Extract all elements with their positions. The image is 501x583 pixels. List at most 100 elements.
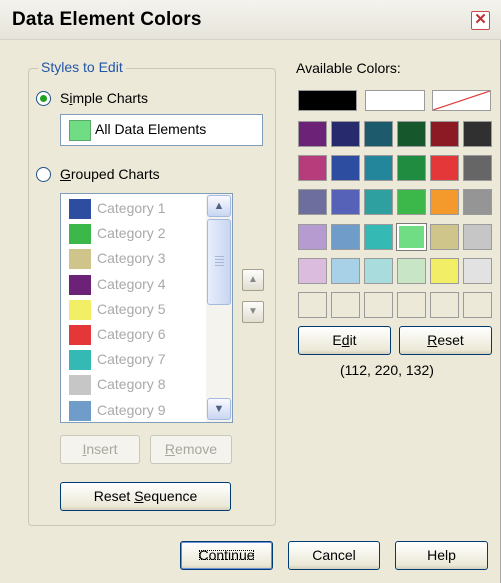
all-data-elements-swatch <box>69 120 91 141</box>
category-swatch <box>69 249 91 270</box>
category-label: Category 8 <box>97 376 166 393</box>
cancel-button[interactable]: Cancel <box>288 541 380 570</box>
continue-button[interactable]: Continue <box>180 541 273 570</box>
swatch-none[interactable] <box>432 90 491 111</box>
color-swatch[interactable] <box>463 223 492 250</box>
color-swatch[interactable] <box>331 121 360 147</box>
insert-label-rest: nsert <box>86 441 118 457</box>
category-label: Category 1 <box>97 200 166 216</box>
color-swatch[interactable] <box>397 121 426 147</box>
category-label: Category 3 <box>97 250 166 267</box>
color-swatch[interactable] <box>364 189 393 216</box>
color-swatch[interactable] <box>397 292 426 318</box>
color-swatch[interactable] <box>463 189 492 216</box>
category-swatch <box>69 274 91 295</box>
simple-charts-label-part: S <box>60 90 70 106</box>
category-label: Category 9 <box>97 401 166 418</box>
reset-sequence-label-part: Reset <box>93 488 135 504</box>
cancel-label: Cancel <box>312 547 356 563</box>
color-swatch[interactable] <box>331 292 360 318</box>
edit-label-rest: it <box>349 332 357 348</box>
scroll-down-arrow-icon[interactable]: ▼ <box>207 398 231 420</box>
scroll-up-arrow-icon[interactable]: ▲ <box>207 195 231 217</box>
category-label: Category 5 <box>97 300 166 317</box>
color-swatch[interactable] <box>430 292 459 318</box>
radio-selected-dot <box>40 95 47 102</box>
insert-button[interactable]: Insert <box>60 435 140 464</box>
scrollbar-thumb[interactable] <box>207 219 231 305</box>
category-listbox[interactable]: Category 1 Category 2 Category 3 Category 4… <box>60 193 233 423</box>
swatch-black[interactable] <box>298 90 357 111</box>
category-list-item[interactable]: Category 2 <box>67 222 207 246</box>
no-color-icon <box>433 91 490 110</box>
color-swatch[interactable] <box>298 257 327 284</box>
title-bar[interactable]: Data Element Colors ✕ <box>0 0 501 40</box>
category-list-item[interactable]: Category 9 <box>67 399 207 423</box>
swatch-white[interactable] <box>365 90 425 111</box>
category-list-item[interactable]: Category 8 <box>67 373 207 397</box>
edit-button[interactable]: Edit <box>298 326 391 355</box>
category-label: Category 6 <box>97 326 166 342</box>
grouped-charts-radio[interactable] <box>36 167 51 182</box>
category-label: Category 2 <box>97 225 166 242</box>
color-swatch[interactable] <box>430 257 459 284</box>
all-data-elements-item[interactable]: All Data Elements <box>60 114 263 146</box>
category-swatch <box>69 325 91 345</box>
color-swatch[interactable] <box>396 222 427 251</box>
color-swatch[interactable] <box>331 223 360 250</box>
edit-mnemonic: d <box>341 332 350 348</box>
simple-charts-label[interactable]: Simple Charts <box>60 90 148 106</box>
color-swatch[interactable] <box>397 189 426 216</box>
category-list-item[interactable]: Category 7 <box>67 348 207 372</box>
category-list-item[interactable]: Category 1 <box>67 197 207 221</box>
grouped-charts-label[interactable]: Grouped Charts <box>60 166 160 182</box>
category-list-item[interactable]: Category 4 <box>67 273 207 297</box>
remove-mnemonic: R <box>164 441 176 457</box>
color-swatch[interactable] <box>364 292 393 318</box>
color-swatch[interactable] <box>430 121 459 147</box>
color-swatch[interactable] <box>463 292 492 318</box>
category-scrollbar[interactable]: ▲ ▼ <box>206 194 232 422</box>
color-swatch[interactable] <box>463 121 492 147</box>
category-list-item[interactable]: Category 5 <box>67 298 207 322</box>
simple-charts-label-rest: mple Charts <box>72 90 148 106</box>
color-swatch[interactable] <box>463 257 492 284</box>
move-up-button[interactable]: ▲ <box>242 269 264 291</box>
color-swatch[interactable] <box>298 121 327 147</box>
rgb-value-readout: (112, 220, 132) <box>340 362 434 378</box>
category-swatch <box>69 375 91 396</box>
remove-label-rest: emove <box>175 441 218 457</box>
help-button[interactable]: Help <box>395 541 488 570</box>
color-swatch[interactable] <box>364 121 393 147</box>
move-down-button[interactable]: ▼ <box>242 301 264 323</box>
reset-sequence-mnemonic: S <box>134 488 144 504</box>
color-swatch[interactable] <box>298 189 327 216</box>
color-swatch[interactable] <box>430 155 459 182</box>
color-swatch[interactable] <box>298 292 327 318</box>
continue-label: Continue <box>195 546 257 564</box>
color-swatch[interactable] <box>364 223 393 250</box>
reset-sequence-button[interactable]: Reset Sequence <box>60 482 231 511</box>
color-swatch[interactable] <box>331 257 360 284</box>
color-swatch[interactable] <box>298 155 327 182</box>
remove-button[interactable]: Remove <box>150 435 232 464</box>
color-swatch[interactable] <box>430 223 459 250</box>
category-list-item[interactable]: Category 3 <box>67 247 207 271</box>
category-swatch <box>69 299 91 320</box>
color-swatch[interactable] <box>397 155 426 182</box>
all-data-elements-label: All Data Elements <box>95 121 207 137</box>
color-swatch[interactable] <box>397 257 426 284</box>
color-swatch[interactable] <box>331 155 360 182</box>
reset-sequence-label-rest: equence <box>143 488 198 504</box>
color-swatch[interactable] <box>298 223 327 250</box>
help-label: Help <box>427 547 456 563</box>
category-list-item[interactable]: Category 6 <box>67 323 207 347</box>
simple-charts-radio[interactable] <box>36 91 51 106</box>
color-swatch[interactable] <box>430 189 459 216</box>
color-swatch[interactable] <box>364 155 393 182</box>
color-swatch[interactable] <box>463 155 492 182</box>
reset-button[interactable]: Reset <box>399 326 492 355</box>
close-icon[interactable]: ✕ <box>471 11 490 30</box>
color-swatch[interactable] <box>364 257 393 284</box>
color-swatch[interactable] <box>331 189 360 216</box>
